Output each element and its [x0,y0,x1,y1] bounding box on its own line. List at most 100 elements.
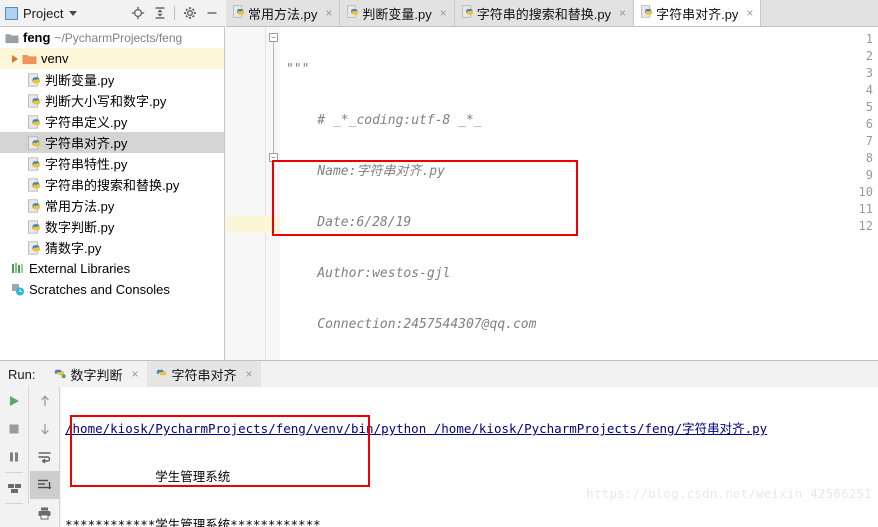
project-tree[interactable]: feng ~/PycharmProjects/feng venv 判断变量.py… [0,27,225,360]
stop-icon[interactable] [0,415,28,443]
scroll-down-icon[interactable] [30,415,59,443]
sidebar-item-label: 常用方法.py [45,199,115,214]
editor-tab-zifuchuan-sousuo-tihuan[interactable]: 字符串的搜索和替换.py × [454,0,635,26]
sidebar-item-panduan-daxiaoxie[interactable]: 判断大小写和数字.py [0,90,224,111]
project-icon [5,6,18,20]
python-file-icon [26,72,41,87]
python-file-icon [26,156,41,171]
locate-icon[interactable] [127,3,148,24]
python-console-icon [53,366,67,382]
sidebar-item-label: Scratches and Consoles [29,282,170,297]
python-file-icon [26,177,41,192]
console-command-line: /home/kiosk/PycharmProjects/feng/venv/bi… [65,421,768,436]
sidebar-item-label: 判断大小写和数字.py [45,94,167,109]
run-tab-shuzi-panduan[interactable]: 数字判断 × [45,361,146,387]
run-panel-label: Run: [8,366,36,382]
restore-layout-icon[interactable] [0,474,28,502]
python-file-icon [461,5,474,21]
scroll-up-icon[interactable] [30,387,59,415]
sidebar-item-label: 判断变量.py [45,73,115,88]
editor-tab-changyong-fangfa[interactable]: 常用方法.py × [226,0,341,26]
sidebar-item-external-libraries[interactable]: External Libraries [0,258,224,279]
folder-icon [4,32,19,44]
soft-wrap-icon[interactable] [30,443,59,471]
toolbar-divider [5,472,23,473]
editor-tabbar: 常用方法.py × 判断变量.py × 字符串的搜索和替换.py × 字符串对齐… [226,0,878,27]
tree-row-root[interactable]: feng ~/PycharmProjects/feng [0,27,224,48]
close-icon[interactable]: × [746,6,753,20]
editor-tab-zifuchuan-duiqi[interactable]: 字符串对齐.py × [634,0,762,26]
editor-tab-label: 常用方法.py [248,6,318,22]
close-icon[interactable]: × [619,6,626,20]
sidebar-item-label: 字符串的搜索和替换.py [45,178,180,193]
code-line: Author:westos-gjl [286,266,451,281]
sidebar-item-shuzi-panduan[interactable]: 数字判断.py [0,216,224,237]
run-toolbar [0,387,60,527]
console-output[interactable]: /home/kiosk/PycharmProjects/feng/venv/bi… [61,387,878,527]
project-root-name: feng [23,30,51,45]
code-line: Name:字符串对齐.py [286,164,445,179]
run-tab-label: 字符串对齐 [171,367,237,383]
fold-collapse-icon[interactable]: − [269,153,278,162]
editor-tab-panduan-bianliang[interactable]: 判断变量.py × [340,0,455,26]
current-line-gutter-highlight [226,216,280,233]
scroll-to-end-icon[interactable] [30,471,59,499]
minimize-icon[interactable] [201,3,222,24]
close-icon[interactable]: × [246,367,253,381]
sidebar-item-zifuchuan-texing[interactable]: 字符串特性.py [0,153,224,174]
print-icon[interactable] [30,499,59,527]
sidebar-item-label: 字符串定义.py [45,115,128,130]
sidebar-item-cai-shuzi[interactable]: 猜数字.py [0,237,224,258]
python-file-icon [26,198,41,213]
run-panel: Run: 数字判断 × 字符串对齐 × /home/kiosk/PycharmP… [0,360,878,527]
code-line: """ [286,62,310,77]
code-editor[interactable]: 1 2 3 4 5 6 7 8 9 10 11 12 − − """ # _*_… [226,27,878,360]
run-icon[interactable] [0,387,28,415]
run-tab-zifuchuan-duiqi[interactable]: 字符串对齐 × [146,361,261,387]
python-file-icon [346,5,359,21]
close-icon[interactable]: × [325,6,332,20]
python-file-icon [26,135,41,150]
pycharm-window: Project feng ~/PycharmProjects/feng venv… [0,0,878,527]
project-panel-header: Project [0,0,225,27]
sidebar-item-venv[interactable]: venv [0,48,224,69]
pause-icon[interactable] [0,443,28,471]
collapse-all-icon[interactable] [149,3,170,24]
fold-collapse-icon[interactable]: − [269,33,278,42]
console-output-line: 学生管理系统 [65,469,231,484]
python-file-icon [232,5,245,21]
python-file-icon [26,93,41,108]
run-tab-label: 数字判断 [70,367,123,383]
expand-arrow-icon[interactable] [8,54,22,63]
run-toolbar-left [0,387,29,505]
close-icon[interactable]: × [440,6,447,20]
fold-region-line [273,39,274,161]
sidebar-item-label: External Libraries [29,261,131,276]
chevron-down-icon[interactable] [69,10,78,16]
python-file-icon [26,219,41,234]
editor-tab-label: 判断变量.py [362,6,432,22]
sidebar-item-label: 数字判断.py [45,220,115,235]
close-icon[interactable]: × [131,367,138,381]
sidebar-item-panduan-bianliang[interactable]: 判断变量.py [0,69,224,90]
sidebar-item-changyong-fangfa[interactable]: 常用方法.py [0,195,224,216]
toolbar-divider [5,503,23,504]
gear-icon[interactable] [179,3,200,24]
code-text[interactable]: """ # _*_coding:utf-8 _*_ Name:字符串对齐.py … [280,27,878,360]
scratches-icon [10,283,25,296]
libraries-icon [10,262,25,275]
project-panel-title[interactable]: Project [23,6,63,21]
python-file-icon [640,5,653,21]
sidebar-item-label: 字符串对齐.py [45,136,128,151]
code-line: Date:6/28/19 [286,215,412,230]
watermark: https://blog.csdn.net/weixin_42566251 [586,486,872,501]
line-number-gutter [226,27,266,360]
sidebar-item-zifuchuan-dingyi[interactable]: 字符串定义.py [0,111,224,132]
sidebar-item-label: 猜数字.py [45,241,102,256]
console-output-line: ************学生管理系统************ [65,517,321,527]
python-file-icon [26,240,41,255]
python-console-icon [155,366,168,382]
sidebar-item-zifuchuan-duiqi[interactable]: 字符串对齐.py [0,132,224,153]
sidebar-item-zifuchuan-sousuo-tihuan[interactable]: 字符串的搜索和替换.py [0,174,224,195]
sidebar-item-scratches-consoles[interactable]: Scratches and Consoles [0,279,224,300]
